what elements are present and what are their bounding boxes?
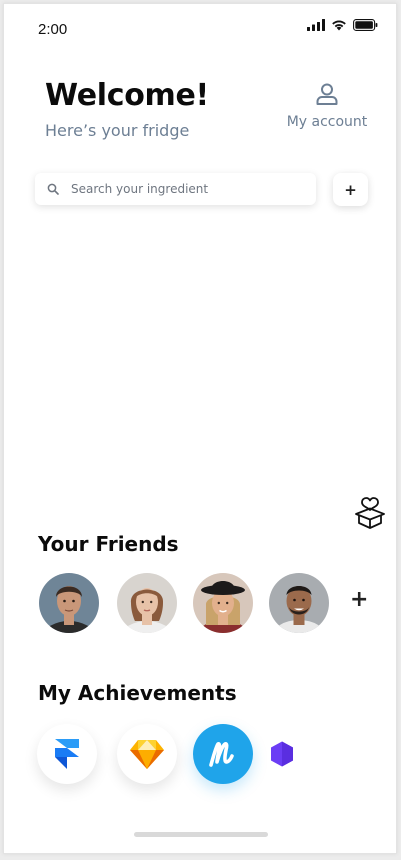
achievement-badge[interactable] xyxy=(117,724,177,784)
user-icon xyxy=(316,83,338,105)
wifi-icon xyxy=(332,20,346,31)
my-account-button[interactable]: My account xyxy=(284,82,370,130)
marvel-icon xyxy=(209,742,234,767)
battery-icon xyxy=(353,19,378,31)
signal-icon xyxy=(307,19,325,31)
achievements-list xyxy=(37,724,367,788)
achievement-badge[interactable] xyxy=(267,724,297,784)
avatar xyxy=(39,573,99,633)
page-title: Welcome! xyxy=(45,78,209,113)
sketch-icon xyxy=(130,740,164,769)
friend-avatar[interactable] xyxy=(39,573,99,633)
friend-avatar[interactable] xyxy=(269,573,329,633)
achievement-badge[interactable] xyxy=(193,724,253,784)
friends-section-title: Your Friends xyxy=(38,532,179,556)
achievements-section-title: My Achievements xyxy=(38,681,237,705)
friends-list: + xyxy=(39,573,369,635)
add-friend-button[interactable]: + xyxy=(350,589,368,611)
avatar xyxy=(269,573,329,633)
friend-avatar[interactable] xyxy=(117,573,177,633)
phone-screen: 2:00 Welcome! Here’s your fridge My acco… xyxy=(3,3,397,854)
avatar xyxy=(117,573,177,633)
search-bar[interactable] xyxy=(35,173,316,205)
my-account-label: My account xyxy=(286,114,368,130)
avatar xyxy=(193,573,253,633)
home-indicator[interactable] xyxy=(134,832,268,837)
status-bar: 2:00 xyxy=(4,4,396,52)
page-subtitle: Here’s your fridge xyxy=(45,121,190,140)
add-ingredient-button[interactable]: + xyxy=(333,173,368,206)
framer-icon xyxy=(55,739,79,769)
status-time: 2:00 xyxy=(38,21,68,38)
achievement-badge[interactable] xyxy=(37,724,97,784)
friend-avatar[interactable] xyxy=(193,573,253,633)
search-icon xyxy=(47,183,59,195)
donate-box-icon[interactable] xyxy=(353,496,387,530)
hexagon-icon xyxy=(271,741,293,767)
status-icons xyxy=(307,19,378,31)
search-input[interactable] xyxy=(71,182,291,196)
